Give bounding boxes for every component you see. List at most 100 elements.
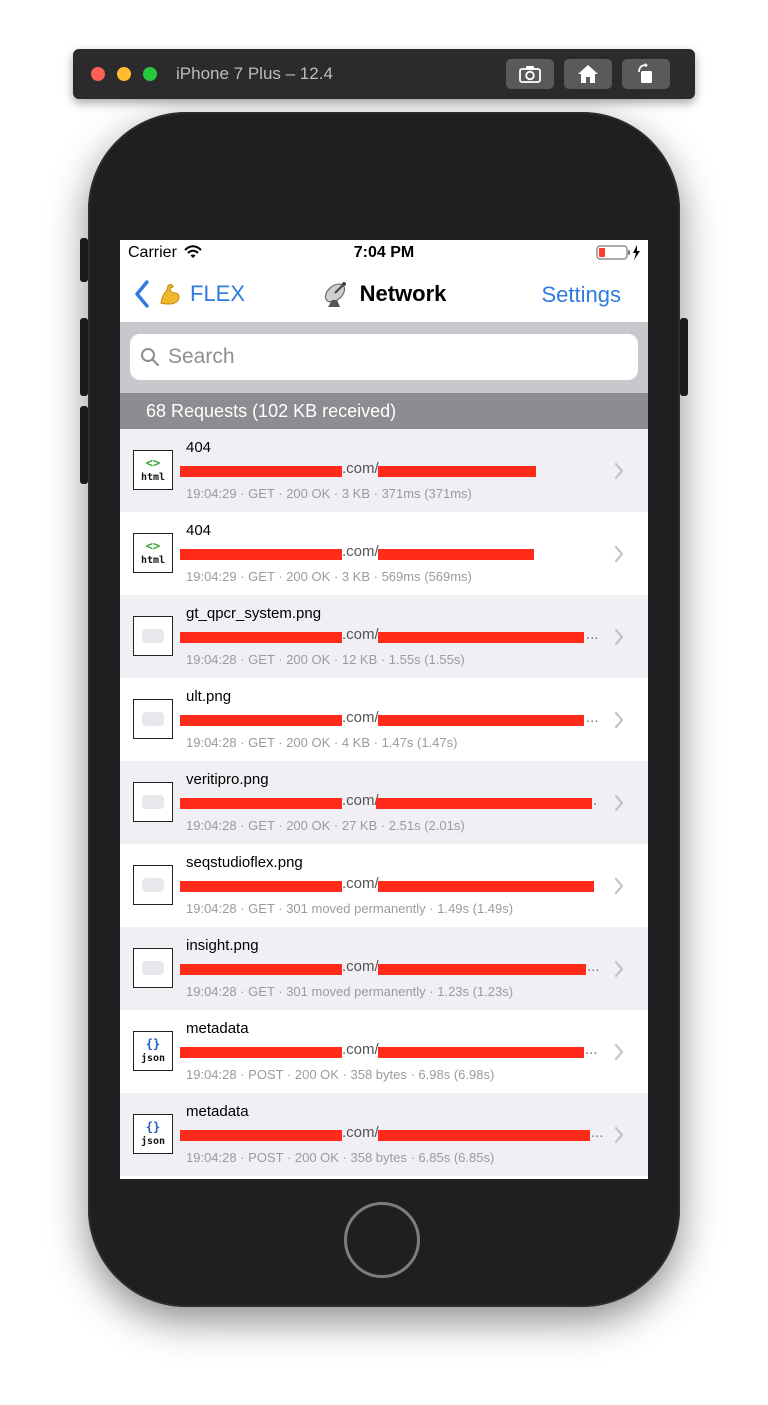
search-icon: [141, 348, 160, 367]
request-title: 404: [186, 522, 212, 539]
search-input[interactable]: [166, 344, 610, 370]
request-row[interactable]: <> html 404 .com/ 19:04:29 · GET · 200 O…: [120, 512, 648, 595]
request-row[interactable]: veritipro.png .com/ . 19:04:28 · GET · 2…: [120, 761, 648, 844]
settings-button[interactable]: Settings: [542, 282, 622, 308]
request-meta: 19:04:28 · GET · 301 moved permanently ·…: [186, 984, 514, 999]
request-url: .com/ ...: [180, 626, 600, 646]
back-button[interactable]: FLEX: [134, 278, 245, 310]
image-thumbnail-icon: [133, 782, 173, 822]
request-meta: 19:04:28 · POST · 200 OK · 358 bytes · 6…: [186, 1067, 495, 1082]
html-label: html: [140, 554, 166, 566]
simulator-title-bar: iPhone 7 Plus – 12.4: [73, 49, 695, 99]
request-title: 404: [186, 439, 212, 456]
image-placeholder: [142, 629, 164, 643]
power-button: [680, 318, 688, 396]
redaction-bar: [180, 1047, 342, 1058]
request-title: metadata: [186, 1103, 249, 1120]
request-url: .com/: [180, 543, 600, 563]
redaction-bar: [376, 798, 592, 809]
chevron-right-icon: [614, 711, 624, 729]
url-host: .com/: [342, 543, 379, 560]
search-bar: [120, 322, 648, 393]
request-row[interactable]: {} json metadata .com/ ... 19:04:28 · PO…: [120, 1010, 648, 1093]
request-meta: 19:04:28 · GET · 200 OK · 4 KB · 1.47s (…: [186, 735, 458, 750]
request-row[interactable]: seqstudioflex.png .com/ 19:04:28 · GET ·…: [120, 844, 648, 927]
request-url: .com/: [180, 460, 600, 480]
image-placeholder: [142, 712, 164, 726]
redaction-bar: [180, 632, 342, 643]
url-ellipsis: ...: [586, 626, 599, 643]
url-ellipsis: .: [593, 792, 598, 809]
url-ellipsis: ...: [586, 709, 599, 726]
redaction-bar: [378, 881, 594, 892]
minimize-window-button[interactable]: [117, 67, 131, 81]
redaction-bar: [378, 549, 534, 560]
back-button-label: FLEX: [190, 281, 246, 306]
json-label: json: [140, 1135, 166, 1147]
chevron-right-icon: [614, 628, 624, 646]
request-meta: 19:04:28 · POST · 200 OK · 358 bytes · 6…: [186, 1150, 495, 1165]
status-time: 7:04 PM: [353, 244, 415, 261]
navigation-bar: FLEX Network Settings: [120, 266, 648, 322]
request-row[interactable]: gt_qpcr_system.png .com/ ... 19:04:28 · …: [120, 595, 648, 678]
html-file-icon: <> html: [133, 533, 173, 573]
image-thumbnail-icon: [133, 616, 173, 656]
url-host: .com/: [342, 958, 379, 975]
request-row[interactable]: {} json metadata .com/ ... 19:04:28 · PO…: [120, 1093, 648, 1176]
request-title: seqstudioflex.png: [186, 854, 303, 871]
rotate-button[interactable]: [622, 59, 670, 89]
search-field[interactable]: [130, 334, 638, 380]
json-file-icon: {} json: [133, 1031, 173, 1071]
redaction-bar: [180, 715, 342, 726]
chevron-right-icon: [614, 545, 624, 563]
volume-down-button: [80, 406, 88, 484]
redaction-bar: [378, 632, 584, 643]
chevron-right-icon: [614, 877, 624, 895]
request-row[interactable]: ult.png .com/ ... 19:04:28 · GET · 200 O…: [120, 678, 648, 761]
image-placeholder: [142, 961, 164, 975]
request-row[interactable]: insight.png .com/ ... 19:04:28 · GET · 3…: [120, 927, 648, 1010]
redaction-bar: [180, 466, 342, 477]
request-meta: 19:04:28 · GET · 301 moved permanently ·…: [186, 901, 514, 916]
image-thumbnail-icon: [133, 699, 173, 739]
zoom-window-button[interactable]: [143, 67, 157, 81]
url-host: .com/: [342, 626, 379, 643]
redaction-bar: [378, 466, 536, 477]
home-icon: [578, 65, 598, 83]
chevron-right-icon: [614, 960, 624, 978]
json-glyph: {}: [145, 1036, 161, 1051]
json-glyph: {}: [145, 1119, 161, 1134]
request-meta: 19:04:28 · GET · 200 OK · 12 KB · 1.55s …: [186, 652, 465, 667]
requests-section-header: 68 Requests (102 KB received): [120, 393, 648, 429]
redaction-bar: [378, 715, 584, 726]
request-url: .com/: [180, 875, 600, 895]
status-bar: Carrier 7:04 PM: [120, 240, 648, 266]
request-url: .com/ ...: [180, 958, 600, 978]
redaction-bar: [378, 1130, 590, 1141]
html-label: html: [140, 471, 166, 483]
device-screen: Carrier 7:04 PM FLEX Network Settings Se…: [120, 240, 648, 1179]
json-file-icon: {} json: [133, 1114, 173, 1154]
html-glyph: <>: [145, 538, 161, 553]
close-window-button[interactable]: [91, 67, 105, 81]
request-title: ult.png: [186, 688, 232, 705]
redaction-bar: [378, 964, 586, 975]
window-title: iPhone 7 Plus – 12.4: [176, 64, 333, 83]
image-thumbnail-icon: [133, 948, 173, 988]
url-ellipsis: ...: [591, 1124, 604, 1141]
redaction-bar: [180, 964, 342, 975]
chevron-left-icon: [135, 280, 149, 308]
url-ellipsis: ...: [587, 958, 600, 975]
image-thumbnail-icon: [133, 865, 173, 905]
request-row[interactable]: <> html 404 .com/ 19:04:29 · GET · 200 O…: [120, 429, 648, 512]
request-url: .com/ .: [180, 792, 600, 812]
rotate-icon: [638, 63, 652, 83]
camera-icon: [519, 66, 541, 83]
chevron-right-icon: [614, 1126, 624, 1144]
device-home-button[interactable]: [344, 1202, 420, 1278]
chevron-right-icon: [614, 794, 624, 812]
screenshot-button[interactable]: [506, 59, 554, 89]
home-button-toolbar[interactable]: [564, 59, 612, 89]
url-host: .com/: [342, 1124, 379, 1141]
json-label: json: [140, 1052, 166, 1064]
